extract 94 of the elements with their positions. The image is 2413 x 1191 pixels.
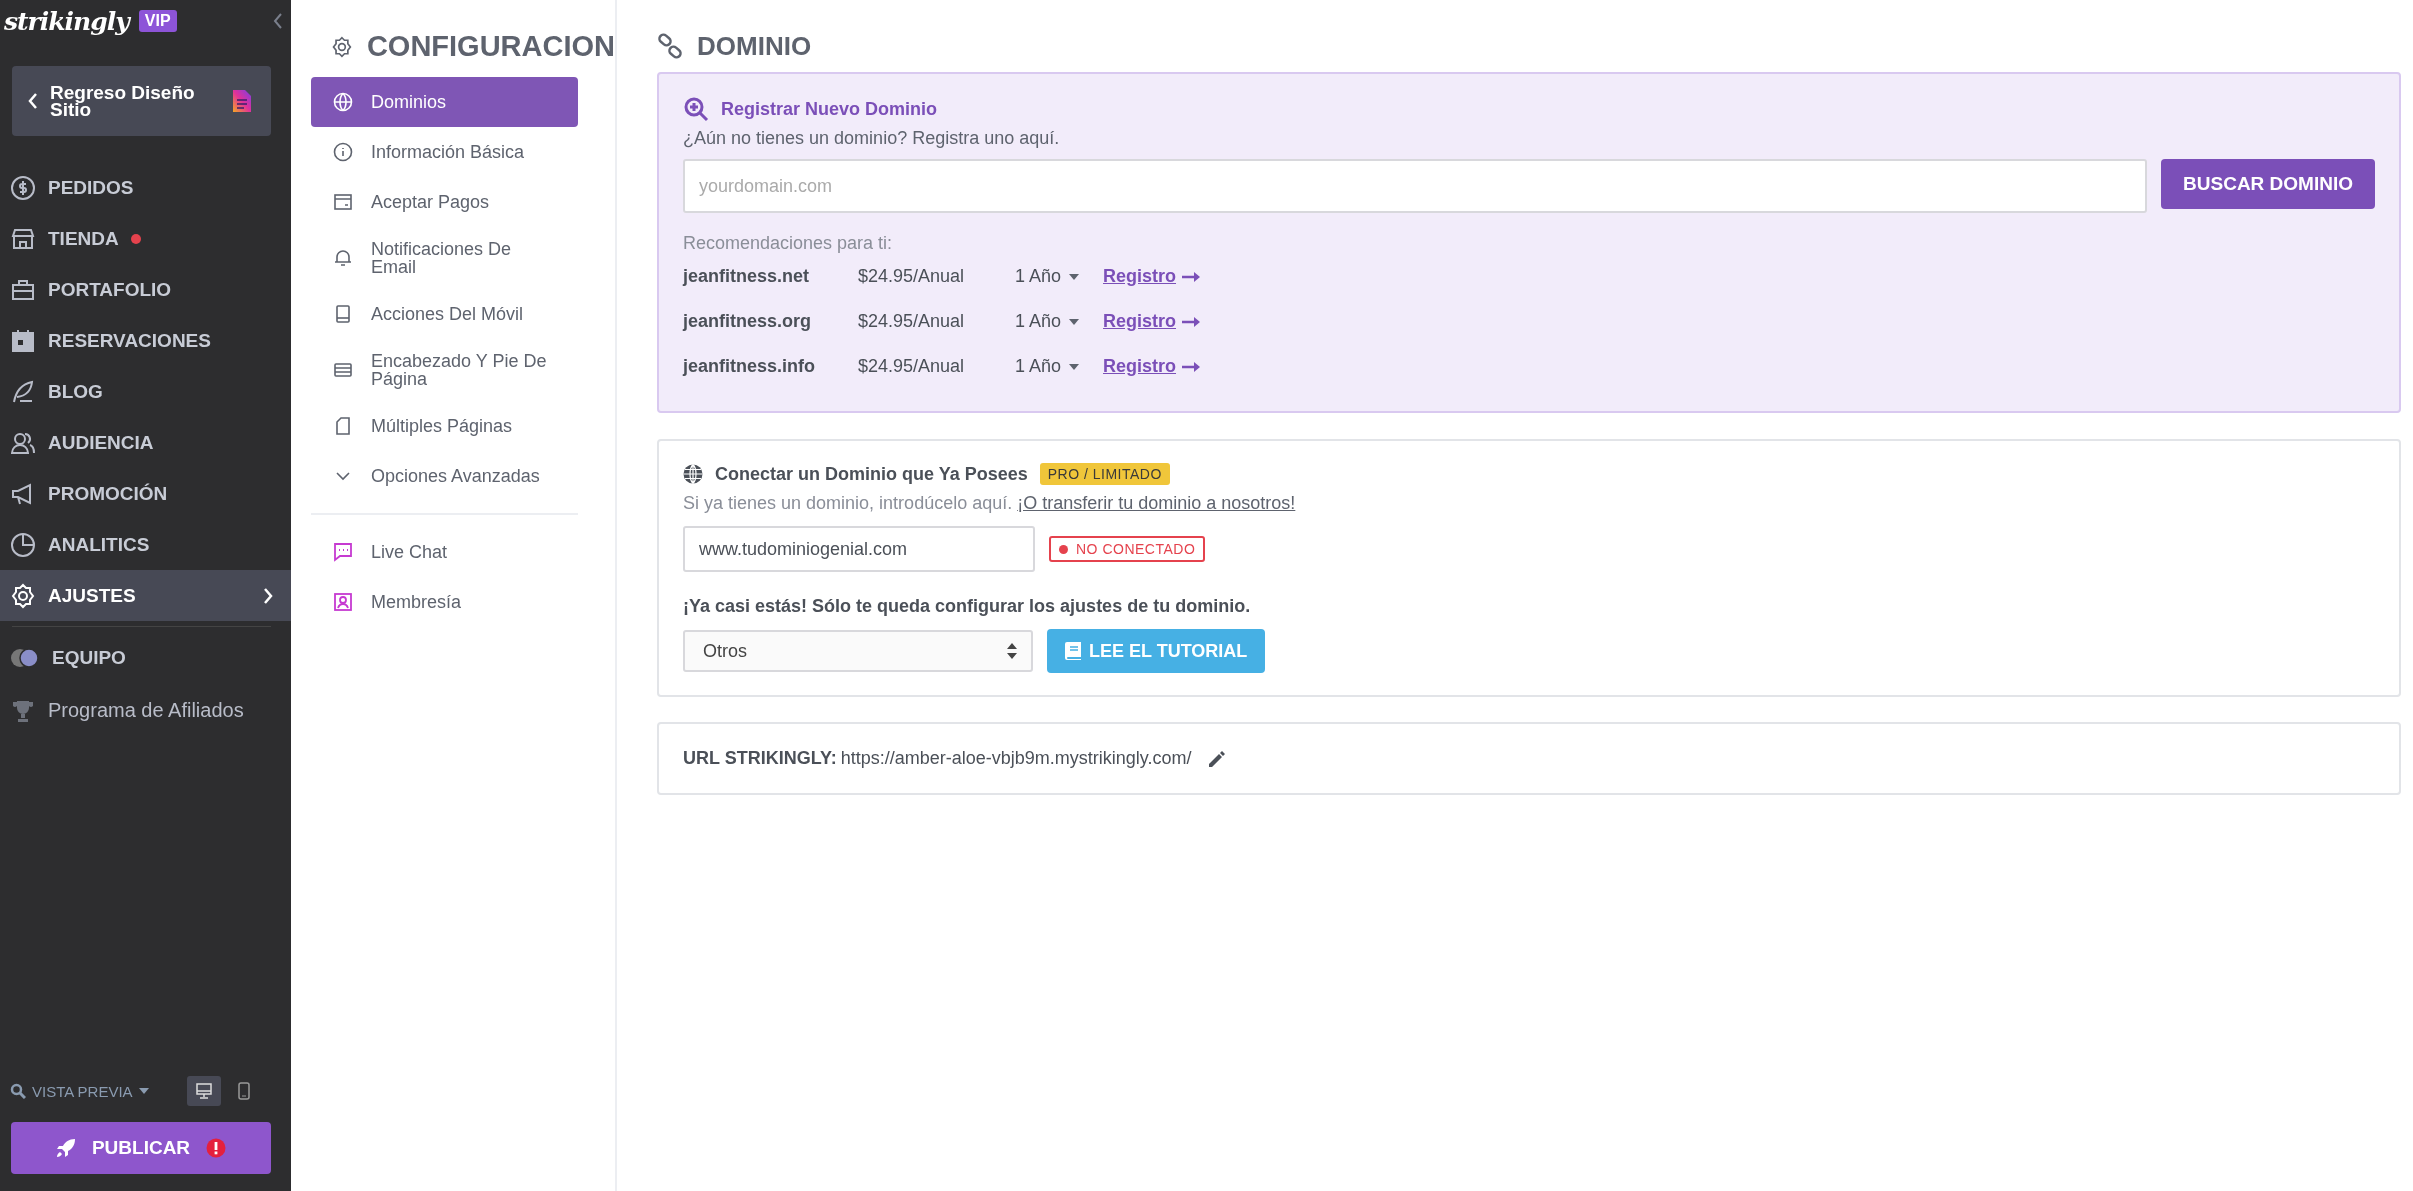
team-item[interactable]: EQUIPO	[0, 632, 291, 683]
info-icon	[333, 142, 353, 162]
settings-menu-item[interactable]: Dominios	[311, 77, 578, 127]
rocket-icon	[55, 1138, 76, 1158]
caret-icon	[1069, 273, 1080, 280]
panel-title: Registrar Nuevo Dominio	[721, 98, 938, 120]
settings-menu-item[interactable]: Acciones Del Móvil	[311, 289, 578, 339]
connect-hint: Si ya tienes un dominio, introdúcelo aquí.	[683, 493, 1013, 514]
domain-price: $24.95/Anual	[858, 311, 966, 332]
panel-title: Conectar un Dominio que Ya Posees	[715, 463, 1028, 485]
setup-instructions: ¡Ya casi estás! Sólo te queda configurar los ajustes de tu dominio.	[683, 596, 1252, 617]
transfer-domain-link[interactable]: ¡O transferir tu dominio a nosotros!	[1017, 493, 1296, 514]
arrow-right-icon	[1182, 361, 1200, 372]
search-domain-button[interactable]: BUSCAR DOMINIO	[2161, 159, 2375, 209]
site-url: https://amber-aloe-vbjb9m.mystrikingly.com/	[840, 748, 1192, 769]
settings-menu-item[interactable]: Membresía	[311, 577, 578, 627]
arrow-right-icon	[1182, 316, 1200, 327]
settings-icon	[10, 582, 36, 609]
nav-item[interactable]: TIENDA	[0, 213, 291, 264]
nav-item[interactable]: ANALITICS	[0, 519, 291, 570]
settings-menu-item[interactable]: Encabezado Y Pie De Página	[311, 339, 578, 401]
search-icon	[10, 1083, 26, 1099]
page-icon	[333, 416, 353, 436]
domain-field[interactable]: www.tudominiogenial.com	[683, 526, 1035, 572]
recommendations-label: Recomendaciones para ti:	[683, 233, 894, 254]
up-down-arrows-icon	[1007, 643, 1017, 659]
dollar-circle-icon	[10, 174, 36, 201]
term-dropdown[interactable]: 1 Año	[1015, 266, 1103, 287]
domain-name: jeanfitness.net	[683, 266, 811, 287]
phone-icon	[238, 1082, 250, 1100]
feather-icon	[10, 378, 36, 405]
desktop-view-button[interactable]	[187, 1076, 221, 1106]
tablet-icon	[333, 304, 353, 324]
bell-icon	[333, 248, 353, 268]
term-dropdown[interactable]: 1 Año	[1015, 311, 1103, 332]
panel-subtitle: ¿Aún no tienes un dominio? Registra uno aquí.	[683, 128, 1061, 149]
settings-menu-item[interactable]: Opciones Avanzadas	[311, 451, 578, 501]
settings-menu-item[interactable]: Notificaciones De Email	[311, 227, 578, 289]
chevron-left-icon	[28, 93, 38, 109]
caret-icon	[138, 1088, 149, 1094]
term-dropdown[interactable]: 1 Año	[1015, 356, 1103, 377]
arrow-right-icon	[1182, 271, 1200, 282]
link-icon	[657, 33, 683, 59]
alert-icon	[206, 1138, 227, 1158]
nav-item[interactable]: PORTAFOLIO	[0, 264, 291, 315]
nav-item[interactable]: AJUSTES	[0, 570, 291, 621]
layout-icon	[333, 360, 353, 380]
register-link[interactable]: Registro	[1103, 356, 1176, 377]
caret-icon	[1069, 363, 1080, 370]
publish-button[interactable]: PUBLICAR	[11, 1122, 271, 1174]
url-label: URL STRIKINGLY:	[683, 748, 837, 769]
connection-status-badge: NO CONECTADO	[1049, 536, 1206, 562]
domain-price: $24.95/Anual	[858, 356, 966, 377]
chat-icon	[333, 542, 353, 562]
avatars-icon	[10, 646, 40, 669]
caret-icon	[1069, 318, 1080, 325]
globe-icon	[683, 464, 703, 484]
document-icon	[233, 90, 251, 112]
affiliate-program-item[interactable]: Programa de Afiliados	[0, 685, 291, 736]
desktop-icon	[196, 1083, 212, 1099]
card-icon	[333, 192, 353, 212]
globe-icon	[333, 92, 353, 112]
settings-menu-item[interactable]: Aceptar Pagos	[311, 177, 578, 227]
settings-title: CONFIGURACION	[366, 30, 615, 63]
nav-item[interactable]: BLOG	[0, 366, 291, 417]
domain-name: jeanfitness.org	[683, 311, 813, 332]
pencil-icon[interactable]	[1207, 748, 1228, 769]
page-title: DOMINIO	[697, 30, 812, 62]
chevron-left-icon[interactable]	[273, 13, 283, 29]
register-link[interactable]: Registro	[1103, 311, 1176, 332]
pie-chart-icon	[10, 531, 36, 558]
calendar-icon	[10, 327, 36, 354]
register-link[interactable]: Registro	[1103, 266, 1176, 287]
settings-menu-item[interactable]: Múltiples Páginas	[311, 401, 578, 451]
preview-dropdown[interactable]: VISTA PREVIA	[10, 1082, 149, 1100]
zoom-in-icon	[683, 96, 709, 122]
domain-price: $24.95/Anual	[858, 266, 966, 287]
plan-badge: PRO / LIMITADO	[1039, 463, 1170, 485]
settings-menu-item[interactable]: Live Chat	[311, 527, 578, 577]
chevron-right-icon	[263, 587, 273, 604]
settings-icon	[331, 35, 353, 58]
nav-item[interactable]: AUDIENCIA	[0, 417, 291, 468]
logo: strikingly	[4, 6, 129, 36]
back-button[interactable]: Regreso Diseño Sitio	[12, 66, 271, 136]
domain-search-field[interactable]: yourdomain.com	[683, 159, 2148, 213]
provider-select[interactable]: Otros	[683, 630, 1033, 672]
nav-item[interactable]: RESERVACIONES	[0, 315, 291, 366]
nav-item[interactable]: PROMOCIÓN	[0, 468, 291, 519]
settings-menu-item[interactable]: Información Básica	[311, 127, 578, 177]
nav-item[interactable]: PEDIDOS	[0, 162, 291, 213]
user-card-icon	[333, 592, 353, 612]
book-icon	[1065, 642, 1081, 660]
plan-badge: VIP	[138, 10, 177, 32]
domain-name: jeanfitness.info	[683, 356, 817, 377]
